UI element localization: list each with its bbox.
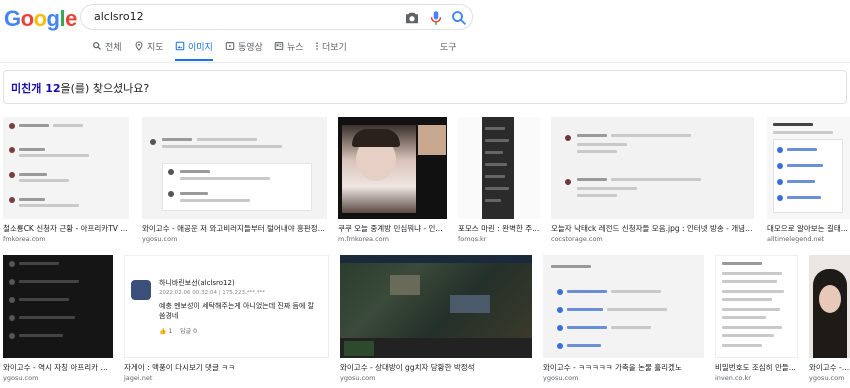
result-thumbnail[interactable]: 하니바린보선(alclsro12) 2022.02.06 00:32:04 | … [124, 255, 329, 358]
image-result[interactable]: 쿠쿠 오늘 중계방 민심뭐냐 - 인... m.fmkorea.com [338, 117, 447, 245]
map-pin-icon [135, 41, 143, 51]
result-thumbnail[interactable] [340, 255, 532, 358]
tab-maps[interactable]: 지도 [134, 40, 164, 61]
result-caption[interactable]: 와이고수 - 하... [809, 362, 850, 373]
thumb-meta: 2022.02.06 00:32:04 | 175.223.***.*** [159, 290, 266, 296]
result-source: ygosu.com [142, 235, 178, 243]
tab-label: 더보기 [322, 43, 347, 53]
image-result[interactable]: 와이고수 - 애공운 저 와고비러지들부터 털어내야 흥판정... ygosu.… [142, 117, 327, 245]
result-source: fmkorea.com [3, 235, 46, 243]
search-tabs: 전체 지도 이미지 동영상 뉴스 더보기 도구 [0, 38, 850, 61]
image-result[interactable]: 대모으로 알아보는 길태... alltimelegend.net [767, 117, 850, 245]
tab-label: 동영상 [238, 43, 263, 53]
image-result[interactable]: 오늘자 낙태ck 레전드 신청자들 모음.jpg : 인터넷 방송 - 개념글 … [551, 117, 754, 245]
tools-button[interactable]: 도구 [440, 40, 457, 61]
did-you-mean-suffix: 을(를) 찾으셨나요? [60, 82, 150, 95]
result-caption[interactable]: 비밀번호도 조심히 만들... [715, 362, 798, 373]
tab-label: 이미지 [188, 43, 213, 53]
search-icon [93, 42, 101, 50]
microphone-icon[interactable] [427, 9, 445, 27]
image-result[interactable]: 포모스 마린 : 완벽한 주... fomos.kr [458, 117, 540, 245]
result-caption[interactable]: 와이고수 - 역시 자칭 아프리카 대... [3, 362, 113, 373]
result-caption[interactable]: 오늘자 낙태ck 레전드 신청자들 모음.jpg : 인터넷 방송 - 개념글 … [551, 223, 754, 234]
google-logo[interactable]: Google [4, 6, 77, 32]
result-thumbnail[interactable] [458, 117, 540, 219]
suggested-query-link[interactable]: 미친개 12 [11, 82, 61, 95]
tabs-divider [0, 62, 850, 63]
tab-images[interactable]: 이미지 [175, 40, 213, 61]
result-caption[interactable]: 포모스 마린 : 완벽한 주... [458, 223, 540, 234]
result-source: ygosu.com [340, 374, 376, 382]
result-thumbnail[interactable] [3, 255, 113, 358]
result-source: inven.co.kr [715, 374, 751, 382]
image-icon [175, 41, 185, 51]
result-source: fomos.kr [458, 235, 487, 243]
news-icon [274, 42, 284, 50]
tab-more[interactable]: 더보기 [315, 40, 347, 61]
did-you-mean-box: 미친개 12을(를) 찾으셨나요? [3, 70, 847, 104]
image-result[interactable]: 와이고수 - ㅋㅋㅋㅋㅋ 가축을 논물 흘리겠노 ygosu.com [543, 255, 704, 385]
result-thumbnail[interactable] [715, 255, 798, 358]
result-caption[interactable]: 와이고수 - ㅋㅋㅋㅋㅋ 가축을 논물 흘리겠노 [543, 362, 704, 373]
result-caption[interactable]: 철소룡CK 신청자 근황 - 아프리카TV - ... [3, 223, 129, 234]
result-source: ygosu.com [3, 374, 39, 382]
image-result[interactable]: 철소룡CK 신청자 근황 - 아프리카TV - ... fmkorea.com [3, 117, 129, 245]
result-thumbnail[interactable] [809, 255, 850, 358]
tab-videos[interactable]: 동영상 [225, 40, 263, 61]
result-caption[interactable]: 쿠쿠 오늘 중계방 민심뭐냐 - 인... [338, 223, 447, 234]
result-caption[interactable]: 자게이 : 맥풍이 다시보기 댓글 ㅋㅋ [124, 362, 329, 373]
tab-all[interactable]: 전체 [92, 40, 122, 61]
tab-label: 지도 [147, 43, 164, 53]
tools-label: 도구 [440, 43, 457, 53]
video-icon [225, 42, 235, 50]
search-box[interactable]: alclsro12 [80, 4, 473, 30]
result-thumbnail[interactable] [3, 117, 129, 219]
result-source: ygosu.com [543, 374, 579, 382]
tab-label: 뉴스 [287, 43, 304, 53]
result-caption[interactable]: 와이고수 - 상대방이 gg치자 당황한 박정석 [340, 362, 532, 373]
result-source: cocstorage.com [551, 235, 603, 243]
thumb-reply: 답글 0 [180, 328, 197, 335]
tab-label: 전체 [105, 43, 122, 53]
did-you-mean-text: 미친개 12을(를) 찾으셨나요? [11, 80, 149, 96]
result-thumbnail[interactable] [142, 117, 327, 219]
thumbs-up-icon: 👍 [159, 328, 167, 335]
image-result[interactable]: 와이고수 - 상대방이 gg치자 당황한 박정석 ygosu.com [340, 255, 532, 385]
image-result[interactable]: 하니바린보선(alclsro12) 2022.02.06 00:32:04 | … [124, 255, 329, 385]
thumb-likes: 1 [168, 328, 173, 335]
result-thumbnail[interactable] [543, 255, 704, 358]
result-caption[interactable]: 대모으로 알아보는 길태... [767, 223, 850, 234]
image-result[interactable]: 비밀번호도 조심히 만들... inven.co.kr [715, 255, 798, 385]
image-result[interactable]: 와이고수 - 하... ygosu.com [809, 255, 850, 385]
result-thumbnail[interactable] [767, 117, 850, 219]
more-vert-icon [316, 42, 318, 50]
result-thumbnail[interactable] [338, 117, 447, 219]
result-caption[interactable]: 와이고수 - 애공운 저 와고비러지들부터 털어내야 흥판정... [142, 223, 327, 234]
result-source: m.fmkorea.com [338, 235, 389, 243]
camera-icon[interactable] [403, 9, 421, 27]
thumb-body: 예충 멘보성이 세탁해주는게 아니었는데 진짜 듬에 칼씀경네 [159, 302, 315, 320]
tab-news[interactable]: 뉴스 [274, 40, 304, 61]
thumb-user-title: 하니바린보선(alclsro12) [159, 279, 235, 287]
result-source: jagei.net [124, 374, 153, 382]
search-icon[interactable] [450, 9, 468, 27]
result-thumbnail[interactable] [551, 117, 754, 219]
result-source: ygosu.com [809, 374, 845, 382]
search-input[interactable]: alclsro12 [94, 10, 144, 23]
image-result[interactable]: 와이고수 - 역시 자칭 아프리카 대... ygosu.com [3, 255, 113, 385]
result-source: alltimelegend.net [767, 235, 825, 243]
